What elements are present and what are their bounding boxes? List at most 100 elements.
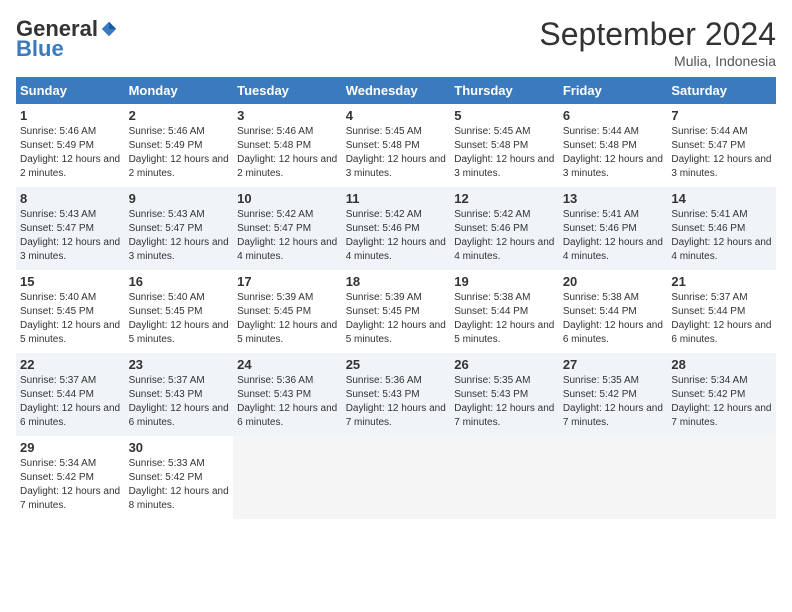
day-of-week-header: Wednesday [342,77,451,104]
day-detail: Sunrise: 5:42 AMSunset: 5:46 PMDaylight:… [346,209,446,262]
logo-icon [100,20,118,38]
day-number: 8 [20,191,121,206]
calendar-cell: 3 Sunrise: 5:46 AMSunset: 5:48 PMDayligh… [233,104,342,187]
day-detail: Sunrise: 5:37 AMSunset: 5:44 PMDaylight:… [671,292,771,345]
calendar-cell: 17 Sunrise: 5:39 AMSunset: 5:45 PMDaylig… [233,270,342,353]
day-detail: Sunrise: 5:38 AMSunset: 5:44 PMDaylight:… [563,292,663,345]
calendar-cell: 8 Sunrise: 5:43 AMSunset: 5:47 PMDayligh… [16,187,125,270]
day-detail: Sunrise: 5:37 AMSunset: 5:44 PMDaylight:… [20,375,120,428]
day-of-week-header: Sunday [16,77,125,104]
day-detail: Sunrise: 5:45 AMSunset: 5:48 PMDaylight:… [454,126,554,179]
day-number: 6 [563,108,664,123]
title-area: September 2024 Mulia, Indonesia [539,16,776,69]
day-number: 20 [563,274,664,289]
day-number: 28 [671,357,772,372]
day-of-week-header: Monday [125,77,234,104]
day-detail: Sunrise: 5:46 AMSunset: 5:49 PMDaylight:… [20,126,120,179]
logo-blue-text: Blue [16,36,64,62]
calendar-cell: 9 Sunrise: 5:43 AMSunset: 5:47 PMDayligh… [125,187,234,270]
day-number: 4 [346,108,447,123]
calendar-cell: 13 Sunrise: 5:41 AMSunset: 5:46 PMDaylig… [559,187,668,270]
day-number: 9 [129,191,230,206]
day-number: 24 [237,357,338,372]
day-of-week-header: Tuesday [233,77,342,104]
day-detail: Sunrise: 5:34 AMSunset: 5:42 PMDaylight:… [671,375,771,428]
day-detail: Sunrise: 5:43 AMSunset: 5:47 PMDaylight:… [129,209,229,262]
day-detail: Sunrise: 5:35 AMSunset: 5:43 PMDaylight:… [454,375,554,428]
calendar-cell: 5 Sunrise: 5:45 AMSunset: 5:48 PMDayligh… [450,104,559,187]
day-number: 3 [237,108,338,123]
calendar-cell: 4 Sunrise: 5:45 AMSunset: 5:48 PMDayligh… [342,104,451,187]
day-number: 16 [129,274,230,289]
day-of-week-header: Friday [559,77,668,104]
calendar-cell: 11 Sunrise: 5:42 AMSunset: 5:46 PMDaylig… [342,187,451,270]
calendar-week-row: 22 Sunrise: 5:37 AMSunset: 5:44 PMDaylig… [16,353,776,436]
day-number: 10 [237,191,338,206]
location-subtitle: Mulia, Indonesia [539,53,776,69]
day-detail: Sunrise: 5:41 AMSunset: 5:46 PMDaylight:… [563,209,663,262]
calendar-cell: 25 Sunrise: 5:36 AMSunset: 5:43 PMDaylig… [342,353,451,436]
calendar-cell [233,436,342,519]
calendar-cell: 15 Sunrise: 5:40 AMSunset: 5:45 PMDaylig… [16,270,125,353]
day-number: 21 [671,274,772,289]
day-detail: Sunrise: 5:34 AMSunset: 5:42 PMDaylight:… [20,458,120,511]
day-number: 2 [129,108,230,123]
day-detail: Sunrise: 5:33 AMSunset: 5:42 PMDaylight:… [129,458,229,511]
calendar-cell: 27 Sunrise: 5:35 AMSunset: 5:42 PMDaylig… [559,353,668,436]
calendar-week-row: 15 Sunrise: 5:40 AMSunset: 5:45 PMDaylig… [16,270,776,353]
calendar-cell: 18 Sunrise: 5:39 AMSunset: 5:45 PMDaylig… [342,270,451,353]
calendar-cell: 7 Sunrise: 5:44 AMSunset: 5:47 PMDayligh… [667,104,776,187]
day-number: 25 [346,357,447,372]
calendar-cell: 6 Sunrise: 5:44 AMSunset: 5:48 PMDayligh… [559,104,668,187]
day-of-week-header: Saturday [667,77,776,104]
day-detail: Sunrise: 5:38 AMSunset: 5:44 PMDaylight:… [454,292,554,345]
day-detail: Sunrise: 5:40 AMSunset: 5:45 PMDaylight:… [20,292,120,345]
calendar-header-row: SundayMondayTuesdayWednesdayThursdayFrid… [16,77,776,104]
day-detail: Sunrise: 5:44 AMSunset: 5:47 PMDaylight:… [671,126,771,179]
day-number: 14 [671,191,772,206]
day-detail: Sunrise: 5:36 AMSunset: 5:43 PMDaylight:… [346,375,446,428]
calendar-week-row: 1 Sunrise: 5:46 AMSunset: 5:49 PMDayligh… [16,104,776,187]
calendar-cell: 24 Sunrise: 5:36 AMSunset: 5:43 PMDaylig… [233,353,342,436]
calendar-cell: 29 Sunrise: 5:34 AMSunset: 5:42 PMDaylig… [16,436,125,519]
day-number: 12 [454,191,555,206]
month-title: September 2024 [539,16,776,53]
calendar-cell: 12 Sunrise: 5:42 AMSunset: 5:46 PMDaylig… [450,187,559,270]
day-number: 27 [563,357,664,372]
calendar-cell: 10 Sunrise: 5:42 AMSunset: 5:47 PMDaylig… [233,187,342,270]
day-detail: Sunrise: 5:39 AMSunset: 5:45 PMDaylight:… [346,292,446,345]
day-detail: Sunrise: 5:39 AMSunset: 5:45 PMDaylight:… [237,292,337,345]
day-number: 22 [20,357,121,372]
calendar-cell [342,436,451,519]
calendar-cell [450,436,559,519]
day-detail: Sunrise: 5:46 AMSunset: 5:48 PMDaylight:… [237,126,337,179]
day-number: 7 [671,108,772,123]
calendar-cell: 30 Sunrise: 5:33 AMSunset: 5:42 PMDaylig… [125,436,234,519]
day-number: 29 [20,440,121,455]
calendar-cell: 1 Sunrise: 5:46 AMSunset: 5:49 PMDayligh… [16,104,125,187]
calendar-cell: 2 Sunrise: 5:46 AMSunset: 5:49 PMDayligh… [125,104,234,187]
calendar-cell [559,436,668,519]
day-number: 13 [563,191,664,206]
day-number: 5 [454,108,555,123]
calendar-cell: 21 Sunrise: 5:37 AMSunset: 5:44 PMDaylig… [667,270,776,353]
page-header: General Blue September 2024 Mulia, Indon… [16,16,776,69]
day-number: 23 [129,357,230,372]
day-detail: Sunrise: 5:37 AMSunset: 5:43 PMDaylight:… [129,375,229,428]
day-number: 11 [346,191,447,206]
calendar-cell: 19 Sunrise: 5:38 AMSunset: 5:44 PMDaylig… [450,270,559,353]
calendar-table: SundayMondayTuesdayWednesdayThursdayFrid… [16,77,776,519]
day-detail: Sunrise: 5:41 AMSunset: 5:46 PMDaylight:… [671,209,771,262]
day-detail: Sunrise: 5:36 AMSunset: 5:43 PMDaylight:… [237,375,337,428]
day-of-week-header: Thursday [450,77,559,104]
calendar-cell: 20 Sunrise: 5:38 AMSunset: 5:44 PMDaylig… [559,270,668,353]
calendar-cell [667,436,776,519]
day-detail: Sunrise: 5:43 AMSunset: 5:47 PMDaylight:… [20,209,120,262]
calendar-cell: 26 Sunrise: 5:35 AMSunset: 5:43 PMDaylig… [450,353,559,436]
calendar-week-row: 29 Sunrise: 5:34 AMSunset: 5:42 PMDaylig… [16,436,776,519]
day-detail: Sunrise: 5:42 AMSunset: 5:46 PMDaylight:… [454,209,554,262]
day-number: 15 [20,274,121,289]
day-number: 17 [237,274,338,289]
calendar-cell: 22 Sunrise: 5:37 AMSunset: 5:44 PMDaylig… [16,353,125,436]
day-detail: Sunrise: 5:44 AMSunset: 5:48 PMDaylight:… [563,126,663,179]
